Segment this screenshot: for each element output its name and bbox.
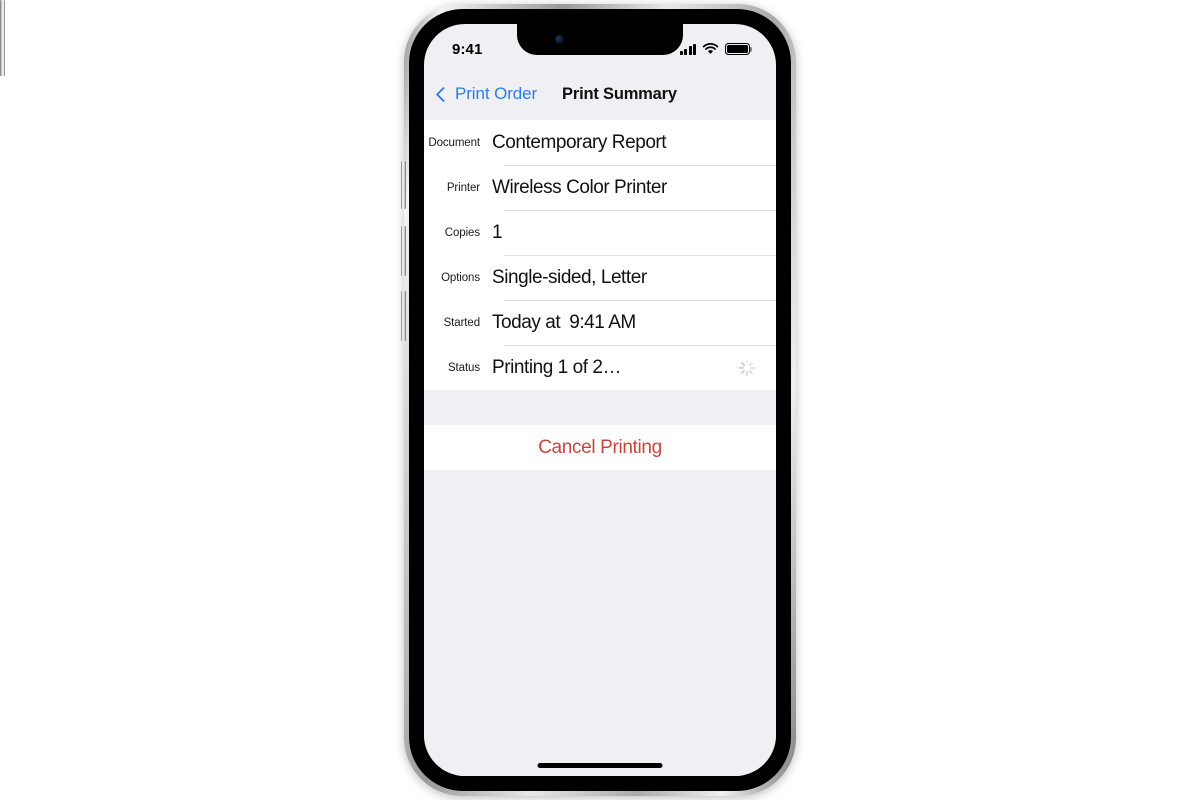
status-bar-time: 9:41: [452, 40, 483, 58]
row-value-time: 9:41 AM: [569, 311, 636, 333]
row-label: Document: [428, 136, 480, 149]
battery-fill: [727, 45, 748, 53]
row-value: Printing 1 of 2…: [492, 356, 622, 378]
back-button-label: Print Order: [455, 84, 538, 103]
table-row-started[interactable]: Started Today at 9:41 AM: [424, 300, 776, 345]
volume-down-button[interactable]: [401, 291, 406, 341]
volume-up-button[interactable]: [401, 226, 406, 276]
row-label: Options: [441, 271, 480, 284]
table-row-status[interactable]: Status Printing 1 of 2…: [424, 345, 776, 390]
power-button[interactable]: [0, 0, 5, 76]
cancel-printing-button[interactable]: Cancel Printing: [424, 425, 776, 470]
battery-icon: [725, 43, 753, 55]
row-label: Status: [447, 361, 480, 374]
row-label: Started: [443, 316, 480, 329]
chevron-left-icon: [435, 86, 452, 102]
front-camera-icon: [555, 35, 564, 44]
table-row-document[interactable]: Document Contemporary Report: [424, 120, 776, 165]
cancel-printing-label: Cancel Printing: [538, 436, 662, 458]
device-screen: 9:41 Print Order Print Summary Document …: [424, 24, 776, 776]
home-indicator[interactable]: [537, 763, 663, 768]
row-label: Copies: [444, 226, 480, 239]
table-row-options[interactable]: Options Single-sided, Letter: [424, 255, 776, 300]
page-title: Print Summary: [562, 84, 677, 103]
activity-indicator-icon: [738, 359, 755, 376]
table-row-printer[interactable]: Printer Wireless Color Printer: [424, 165, 776, 210]
row-value: Single-sided, Letter: [492, 266, 647, 288]
cellular-bars-icon: [679, 43, 696, 55]
back-button[interactable]: Print Order: [432, 80, 543, 108]
print-summary-table: Document Contemporary Report Printer Wir…: [424, 120, 776, 390]
row-value: Wireless Color Printer: [492, 176, 667, 198]
wifi-icon: [702, 43, 719, 54]
notch: [517, 24, 683, 55]
status-bar-indicators: [679, 43, 753, 55]
mute-switch[interactable]: [401, 161, 406, 209]
row-value: Today at: [492, 311, 561, 333]
section-gap: [424, 390, 776, 425]
content-filler: [424, 470, 776, 776]
navigation-bar: Print Order Print Summary: [424, 68, 776, 120]
row-value: Contemporary Report: [492, 131, 667, 153]
row-label: Printer: [446, 181, 480, 194]
table-row-copies[interactable]: Copies 1: [424, 210, 776, 255]
row-value: 1: [492, 221, 503, 243]
